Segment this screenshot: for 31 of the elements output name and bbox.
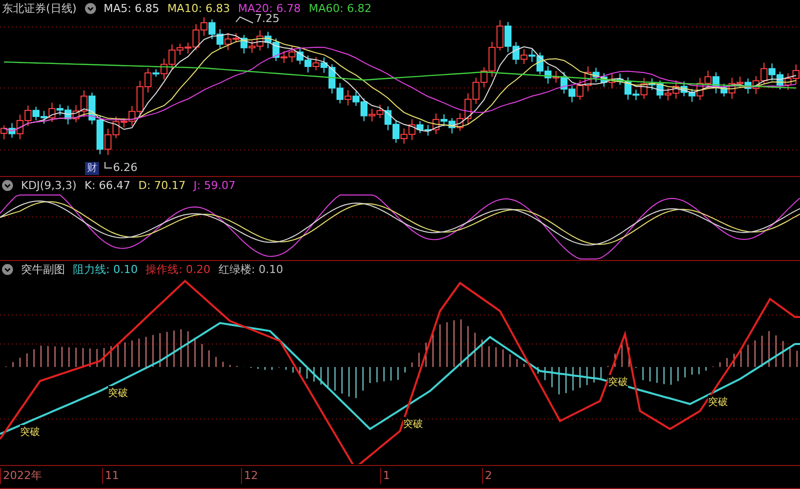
- indicator-value: K: 66.47: [84, 179, 130, 192]
- price-label: 7.25: [255, 12, 280, 25]
- axis-label: 2022年: [0, 468, 42, 484]
- indicator-value: J: 59.07: [194, 179, 236, 192]
- leader-line: [104, 162, 112, 168]
- signal-label: 突破: [403, 416, 423, 431]
- axis-label: 12: [241, 468, 258, 484]
- axis-label: 2: [482, 468, 492, 484]
- signal-label: 突破: [708, 394, 728, 409]
- indicator-value: MA60: 6.82: [308, 2, 372, 15]
- panel-title: 东北证券(日线): [2, 1, 77, 16]
- price-label: 6.26: [113, 161, 138, 174]
- signal-label: 突破: [608, 374, 628, 389]
- chevron-down-icon[interactable]: [2, 180, 13, 192]
- chevron-down-icon[interactable]: [2, 264, 13, 275]
- indicator-value: D: 70.17: [138, 179, 186, 192]
- indicator-value: 操作线: 0.20: [146, 262, 210, 277]
- event-badge[interactable]: 财: [85, 162, 99, 175]
- panel-title: KDJ(9,3,3): [21, 179, 76, 192]
- panel-title: 突牛副图: [21, 262, 65, 277]
- axis-label: 1: [380, 468, 390, 484]
- indicator-value: MA20: 6.78: [238, 2, 301, 15]
- leader-line: [236, 16, 254, 24]
- axis-label: 11: [102, 468, 119, 484]
- indicator-value: 阻力线: 0.10: [73, 262, 138, 277]
- chevron-down-icon[interactable]: [84, 3, 96, 14]
- signal-label: 突破: [20, 424, 40, 439]
- indicator-value: MA5: 6.85: [104, 2, 160, 15]
- signal-label: 突破: [108, 386, 128, 400]
- indicator-value: MA10: 6.83: [167, 2, 230, 15]
- indicator-value: 红绿楼: 0.10: [218, 262, 284, 277]
